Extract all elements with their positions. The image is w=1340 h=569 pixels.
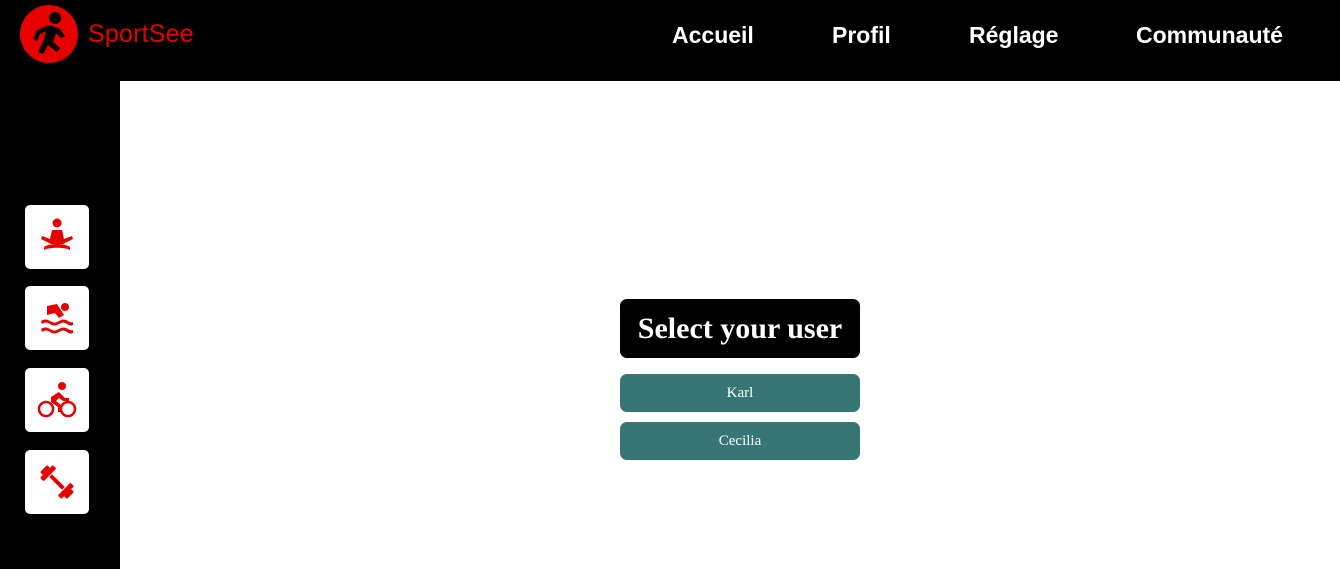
nav-accueil[interactable]: Accueil — [672, 22, 754, 49]
sidebar-item-cycling[interactable] — [25, 368, 89, 432]
cycling-icon — [37, 382, 77, 418]
sidebar-item-meditation[interactable] — [25, 205, 89, 269]
nav-reglage[interactable]: Réglage — [969, 22, 1058, 49]
page-title: Select your user — [620, 299, 860, 358]
nav-profil[interactable]: Profil — [832, 22, 891, 49]
activity-sidebar — [0, 81, 120, 569]
user-selector: Select your user Karl Cecilia — [620, 299, 860, 460]
dumbbell-icon — [40, 465, 74, 499]
sidebar-item-swimming[interactable] — [25, 286, 89, 350]
user-button-karl[interactable]: Karl — [620, 374, 860, 412]
nav-communaute[interactable]: Communauté — [1136, 22, 1283, 49]
sidebar-item-weightlifting[interactable] — [25, 450, 89, 514]
meditation-icon — [41, 218, 73, 250]
user-button-cecilia[interactable]: Cecilia — [620, 422, 860, 460]
top-navigation-bar: SportSee Accueil Profil Réglage Communau… — [0, 0, 1340, 81]
swimming-icon — [41, 303, 73, 334]
runner-logo-icon — [20, 5, 78, 63]
brand-name: SportSee — [88, 19, 194, 48]
sportsee-logo[interactable]: SportSee — [20, 5, 194, 63]
